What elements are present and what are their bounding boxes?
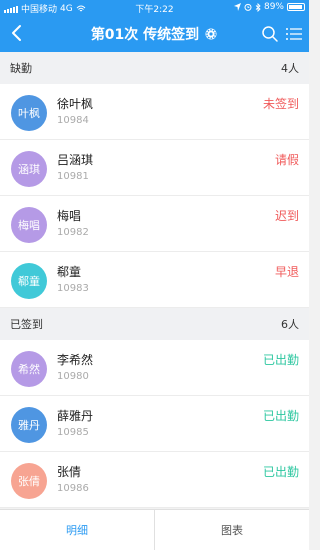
list-item[interactable]: 叶枫 徐叶枫 10984 未签到 (0, 84, 309, 140)
bluetooth-icon (255, 2, 261, 12)
list-item[interactable]: 涵琪 吕涵琪 10981 请假 (0, 140, 309, 196)
student-id: 10982 (57, 227, 89, 238)
student-name: 吕涵琪 (57, 153, 94, 167)
attendance-status: 请假 (274, 153, 299, 167)
attendance-list: 缺勤 4人 叶枫 徐叶枫 10984 未签到 涵琪 吕涵琪 10981 请假 梅… (0, 52, 309, 509)
list-item[interactable]: 梅唱 梅唱 10982 迟到 (0, 196, 309, 252)
alarm-icon (244, 3, 252, 11)
student-id: 10983 (57, 283, 89, 294)
section-count: 4人 (281, 62, 299, 75)
student-id: 10980 (57, 371, 89, 382)
student-name: 张倩 (57, 465, 82, 479)
student-id: 10984 (57, 115, 89, 126)
student-name: 李希然 (57, 353, 94, 367)
attendance-status: 早退 (274, 265, 299, 279)
avatar: 郗童 (11, 263, 47, 299)
search-icon[interactable] (261, 25, 279, 43)
student-id: 10985 (57, 427, 89, 438)
student-id: 10986 (57, 483, 89, 494)
section-title: 已签到 (10, 318, 43, 331)
attendance-status: 未签到 (262, 97, 299, 111)
list-item[interactable]: 雅丹 薛雅丹 10985 已出勤 (0, 396, 309, 452)
avatar: 张倩 (11, 463, 47, 499)
avatar: 涵琪 (11, 151, 47, 187)
attendance-status: 已出勤 (262, 409, 299, 423)
section-header-absent: 缺勤 4人 (0, 52, 309, 84)
student-name: 梅唱 (57, 209, 82, 223)
section-count: 6人 (281, 318, 299, 331)
avatar: 梅唱 (11, 207, 47, 243)
battery-percent: 89% (263, 2, 284, 12)
student-name: 薛雅丹 (57, 409, 94, 423)
battery-icon (287, 3, 305, 11)
tab-details[interactable]: 明细 (0, 510, 154, 550)
avatar: 叶枫 (11, 95, 47, 131)
page-title: 第01次 传统签到 (90, 27, 200, 43)
list-item[interactable]: 张倩 张倩 10986 已出勤 (0, 452, 309, 508)
student-id: 10981 (57, 171, 89, 182)
location-icon (233, 3, 241, 11)
gear-icon[interactable] (204, 27, 218, 41)
bottom-tab-bar: 明细 图表 (0, 509, 309, 550)
list-menu-icon[interactable] (285, 25, 303, 43)
student-name: 徐叶枫 (57, 97, 94, 111)
attendance-status: 已出勤 (262, 353, 299, 367)
nav-bar: 第01次 传统签到 (0, 16, 309, 52)
section-title: 缺勤 (10, 62, 32, 75)
nav-title-wrap: 第01次 传统签到 (91, 24, 218, 44)
status-bar: 中国移动 4G 下午2:22 89% (0, 0, 309, 16)
tab-chart[interactable]: 图表 (155, 510, 309, 550)
avatar: 雅丹 (11, 407, 47, 443)
student-name: 郗童 (57, 265, 82, 279)
attendance-status: 已出勤 (262, 465, 299, 479)
list-item[interactable]: 郗童 郗童 10983 早退 (0, 252, 309, 308)
list-item[interactable]: 希然 李希然 10980 已出勤 (0, 340, 309, 396)
status-bar-right: 89% (233, 2, 305, 12)
section-header-signed-in: 已签到 6人 (0, 308, 309, 340)
avatar: 希然 (11, 351, 47, 387)
attendance-status: 迟到 (274, 209, 299, 223)
